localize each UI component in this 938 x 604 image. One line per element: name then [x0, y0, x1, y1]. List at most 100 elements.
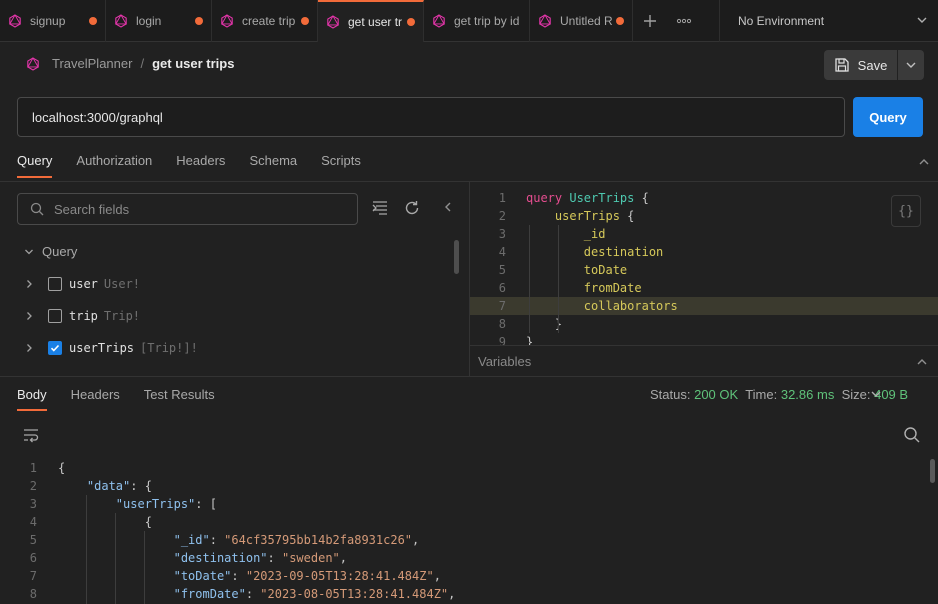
token: :	[209, 533, 225, 547]
tab-query[interactable]: Query	[17, 153, 53, 178]
status-value[interactable]: 200 OK	[694, 387, 738, 402]
environment-selector[interactable]: No Environment	[719, 0, 938, 42]
chevron-right-icon[interactable]	[24, 343, 34, 353]
line-number: 8	[498, 317, 506, 331]
breadcrumb-collection[interactable]: TravelPlanner	[52, 56, 132, 71]
code-line: 8 }	[470, 315, 938, 333]
tab-login[interactable]: login	[106, 0, 212, 42]
chevron-left-icon[interactable]	[442, 201, 454, 213]
token: query	[526, 191, 563, 205]
variables-label: Variables	[478, 353, 532, 369]
explorer-scrollbar[interactable]	[454, 240, 459, 274]
prettify-icon[interactable]	[371, 199, 389, 217]
line-number: 3	[29, 497, 37, 511]
line-content: "data": {	[58, 477, 152, 495]
query-editor[interactable]: 1 query UserTrips {2 userTrips {3 _id 4 de…	[470, 189, 938, 351]
response-body[interactable]: 1{2 "data": {3 "userTrips": [4 {5 "_id":…	[0, 459, 938, 603]
graphql-icon	[327, 15, 339, 29]
tab-schema[interactable]: Schema	[249, 153, 297, 178]
more-tabs-button[interactable]	[667, 0, 701, 42]
line-number: 3	[498, 227, 506, 241]
variables-panel-header[interactable]: Variables	[470, 345, 938, 376]
tab-test-results[interactable]: Test Results	[144, 387, 215, 411]
tab-signup[interactable]: signup	[0, 0, 106, 42]
field-checkbox[interactable]	[48, 309, 62, 323]
tab-scripts[interactable]: Scripts	[321, 153, 361, 178]
code-line: 5 "_id": "64cf35795bb14b2fa8931c26",	[0, 531, 938, 549]
search-fields-input[interactable]: Search fields	[17, 193, 358, 225]
chevron-down-icon[interactable]	[870, 388, 882, 400]
token: "destination"	[173, 551, 268, 565]
tab-get-user-trips[interactable]: get user tr	[318, 0, 424, 42]
chevron-down-icon	[906, 62, 916, 68]
search-icon	[30, 202, 44, 216]
time-value[interactable]: 32.86 ms	[781, 387, 834, 402]
tab-get-trip-by-id[interactable]: get trip by id	[424, 0, 530, 42]
field-row[interactable]: trip Trip!	[24, 309, 140, 323]
url-value: localhost:3000/graphql	[32, 109, 163, 125]
token: ,	[339, 551, 347, 565]
line-number: 5	[498, 263, 506, 277]
indent-guide	[86, 495, 87, 604]
refresh-icon[interactable]	[403, 199, 421, 217]
query-section-header[interactable]: Query	[24, 244, 77, 259]
line-number: 6	[498, 281, 506, 295]
code-line: 4 destination	[470, 243, 938, 261]
token: UserTrips	[569, 191, 635, 205]
tab-label: login	[136, 14, 162, 28]
chevron-right-icon[interactable]	[24, 279, 34, 289]
line-content: toDate	[526, 261, 627, 279]
request-name[interactable]: get user trips	[152, 56, 234, 71]
graphql-icon	[115, 14, 127, 28]
format-query-button[interactable]: {}	[891, 195, 921, 227]
line-content: "fromDate": "2023-08-05T13:28:41.484Z",	[58, 585, 456, 603]
token: :	[267, 551, 282, 565]
size-label: Size:	[841, 387, 871, 402]
chevron-up-icon[interactable]	[918, 156, 930, 168]
search-icon[interactable]	[903, 426, 921, 444]
tab-create-trip[interactable]: create trip	[212, 0, 318, 42]
graphql-icon	[9, 14, 21, 28]
tab-untitled-request[interactable]: Untitled R	[530, 0, 633, 42]
line-content: "userTrips": [	[58, 495, 217, 513]
line-number: 1	[29, 461, 37, 475]
code-line: 1{	[0, 459, 938, 477]
response-scrollbar[interactable]	[930, 459, 935, 483]
token: ,	[433, 569, 441, 583]
tab-headers[interactable]: Headers	[176, 153, 225, 178]
field-type: [Trip!]!	[140, 341, 198, 355]
field-checkbox-checked[interactable]	[48, 341, 62, 355]
query-button[interactable]: Query	[853, 97, 923, 137]
field-checkbox[interactable]	[48, 277, 62, 291]
save-options-button[interactable]	[898, 50, 924, 80]
unsaved-dot-icon	[195, 17, 203, 25]
unsaved-dot-icon	[301, 17, 309, 25]
token: ,	[412, 533, 420, 547]
code-line: 7 "toDate": "2023-09-05T13:28:41.484Z",	[0, 567, 938, 585]
chevron-down-icon	[917, 17, 927, 23]
token: destination	[583, 245, 664, 259]
tab-body[interactable]: Body	[17, 387, 47, 411]
tab-authorization[interactable]: Authorization	[76, 153, 152, 178]
token: fromDate	[583, 281, 642, 295]
token: "toDate"	[173, 569, 232, 583]
chevron-right-icon[interactable]	[24, 311, 34, 321]
url-input[interactable]: localhost:3000/graphql	[17, 97, 845, 137]
field-row[interactable]: userTrips [Trip!]!	[24, 341, 198, 355]
new-tab-button[interactable]	[633, 0, 667, 42]
save-button[interactable]: Save	[824, 50, 897, 80]
search-placeholder: Search fields	[54, 201, 130, 217]
code-line: 6 "destination": "sweden",	[0, 549, 938, 567]
chevron-down-icon	[25, 249, 33, 254]
line-content: query UserTrips {	[526, 189, 649, 207]
token: toDate	[583, 263, 628, 277]
status-label: Status:	[650, 387, 691, 402]
save-label: Save	[857, 57, 888, 73]
wrap-lines-icon[interactable]	[22, 427, 40, 443]
line-content: {	[58, 459, 65, 477]
line-number: 5	[29, 533, 37, 547]
tab-response-headers[interactable]: Headers	[71, 387, 120, 411]
field-row[interactable]: user User!	[24, 277, 140, 291]
